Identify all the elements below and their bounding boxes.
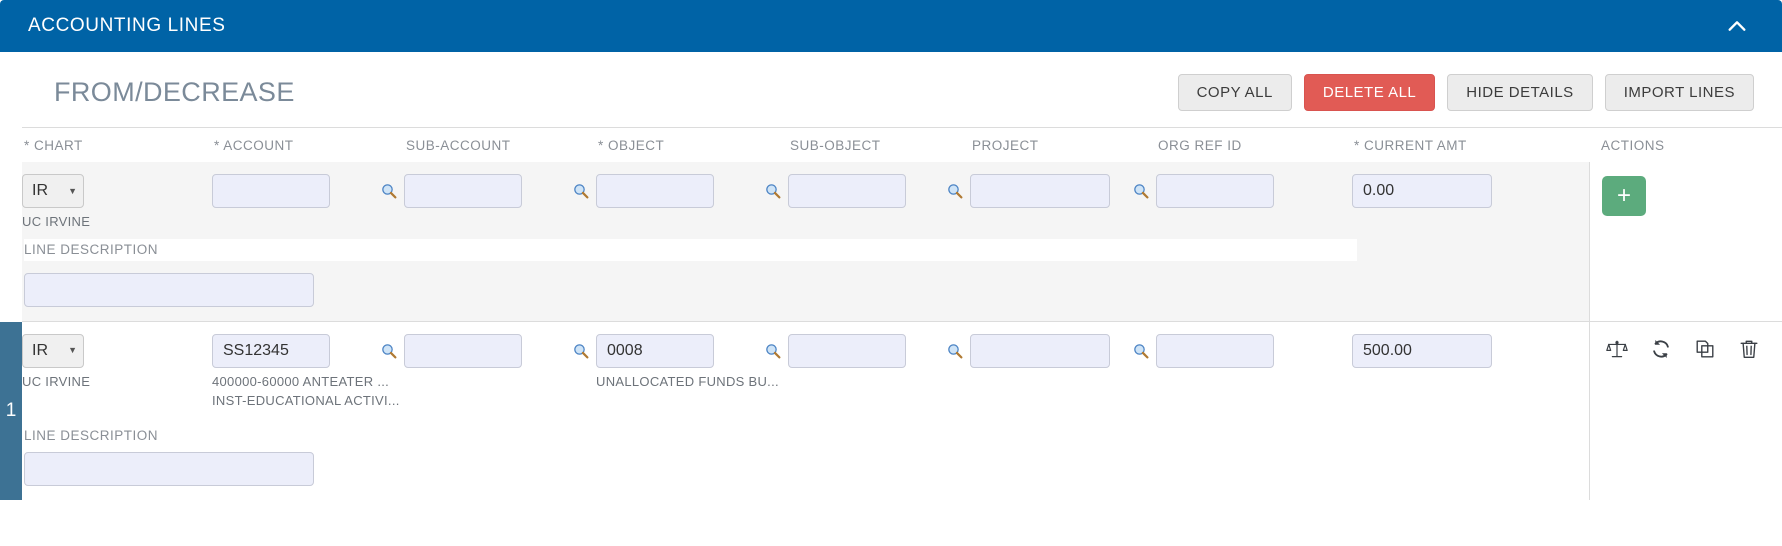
row-1-project-cell xyxy=(970,333,1156,410)
magnifier-lookup-icon xyxy=(574,343,589,359)
panel-title: ACCOUNTING LINES xyxy=(28,15,226,36)
copy-all-button[interactable]: COPY ALL xyxy=(1177,74,1292,111)
column-header-chart: * CHART xyxy=(24,137,83,153)
new-row-sub-object-cell xyxy=(788,174,970,231)
new-row-account-input[interactable] xyxy=(212,174,330,208)
row-1-actions-cell xyxy=(1589,321,1782,500)
new-row-sub-account-input[interactable] xyxy=(404,174,522,208)
new-row-chart-sublabel: UC IRVINE xyxy=(22,214,91,229)
column-header-object: * OBJECT xyxy=(598,137,665,153)
section-toolbar: FROM/DECREASE COPY ALL DELETE ALL HIDE D… xyxy=(0,52,1782,127)
row-number: 1 xyxy=(5,399,17,421)
new-row-chart-cell: IR ▼ UC IRVINE xyxy=(22,174,212,231)
refresh-icon[interactable] xyxy=(1650,338,1672,360)
new-row-chart-value: IR xyxy=(32,182,48,199)
magnifier-lookup-icon xyxy=(574,184,589,199)
row-1-line-description-label: LINE DESCRIPTION xyxy=(24,427,159,443)
row-1-current-amt-cell xyxy=(1352,333,1589,410)
new-row-project-input[interactable] xyxy=(970,174,1110,208)
column-header-org-ref-id: ORG REF ID xyxy=(1158,137,1242,153)
column-header-actions: ACTIONS xyxy=(1601,137,1665,153)
accounting-lines-table: * CHART * ACCOUNT SUB-ACCOUNT * OBJECT S… xyxy=(0,127,1782,500)
chevron-up-icon xyxy=(1728,21,1746,31)
magnifier-lookup-icon xyxy=(948,184,963,199)
row-1-chart-value: IR xyxy=(32,341,48,359)
copy-icon[interactable] xyxy=(1694,338,1716,360)
row-1-org-ref-id-input[interactable] xyxy=(1156,333,1274,368)
row-1-chart-select[interactable]: IR ▼ xyxy=(22,333,84,368)
magnifier-lookup-icon xyxy=(766,184,781,199)
row-1-account-sublabel-2: INST-EDUCATIONAL ACTIVI... xyxy=(212,393,400,409)
table-row: 1 IR ▼ UC IRVINE SS12345 400000-60000 AN… xyxy=(0,320,1782,500)
row-1-current-amt-input[interactable] xyxy=(1352,333,1492,368)
column-header-project: PROJECT xyxy=(972,137,1039,153)
new-row-sub-object-input[interactable] xyxy=(788,174,906,208)
row-1-sub-account-cell xyxy=(404,333,596,410)
new-row-org-ref-id-cell xyxy=(1156,174,1352,231)
new-row-chart-select[interactable]: IR ▼ xyxy=(22,174,84,208)
new-row-actions-cell: + xyxy=(1589,162,1782,321)
trash-icon[interactable] xyxy=(1738,338,1760,360)
new-row-line-description-block: LINE DESCRIPTION xyxy=(22,231,1589,321)
delete-all-button[interactable]: DELETE ALL xyxy=(1303,74,1436,111)
new-row-object-cell xyxy=(596,174,788,231)
section-button-group: COPY ALL DELETE ALL HIDE DETAILS IMPORT … xyxy=(1177,74,1754,111)
panel-header: ACCOUNTING LINES xyxy=(0,0,1782,52)
chevron-down-icon: ▼ xyxy=(68,345,77,356)
row-1-project-input[interactable] xyxy=(970,333,1110,368)
collapse-panel-button[interactable] xyxy=(1718,7,1756,45)
chevron-down-icon: ▼ xyxy=(68,185,77,196)
hide-details-button[interactable]: HIDE DETAILS xyxy=(1447,74,1593,111)
magnifier-lookup-icon xyxy=(948,343,963,359)
new-row-object-input[interactable] xyxy=(596,174,714,208)
row-1-line-description-block: LINE DESCRIPTION xyxy=(22,410,1589,500)
magnifier-lookup-icon xyxy=(382,184,397,199)
row-1-object-cell: UNALLOCATED FUNDS BU... xyxy=(596,333,788,410)
column-header-account: * ACCOUNT xyxy=(214,137,294,153)
add-line-button[interactable]: + xyxy=(1602,176,1646,216)
row-1-sub-account-input[interactable] xyxy=(404,333,522,368)
magnifier-lookup-icon xyxy=(766,343,781,359)
row-1-account-cell: 400000-60000 ANTEATER ... INST-EDUCATION… xyxy=(212,333,404,410)
row-1-object-sublabel: UNALLOCATED FUNDS BU... xyxy=(596,373,779,389)
row-number-rail: 1 xyxy=(0,321,22,500)
column-header-sub-account: SUB-ACCOUNT xyxy=(406,137,511,153)
magnifier-lookup-icon xyxy=(382,343,397,359)
new-row-org-ref-id-input[interactable] xyxy=(1156,174,1274,208)
accounting-lines-panel: ACCOUNTING LINES FROM/DECREASE COPY ALL … xyxy=(0,0,1782,546)
column-header-sub-object: SUB-OBJECT xyxy=(790,137,881,153)
row-1-account-sublabel-1: 400000-60000 ANTEATER ... xyxy=(212,373,390,389)
row-1-sub-object-cell xyxy=(788,333,970,410)
row-1-action-icon-group xyxy=(1602,322,1782,360)
row-1-account-input[interactable] xyxy=(212,333,330,368)
new-row-sub-account-cell xyxy=(404,174,596,231)
row-1-chart-cell: IR ▼ UC IRVINE xyxy=(22,333,212,410)
magnifier-lookup-icon xyxy=(1134,343,1149,359)
new-row-line-description-label: LINE DESCRIPTION xyxy=(24,242,159,258)
table-header-row: * CHART * ACCOUNT SUB-ACCOUNT * OBJECT S… xyxy=(22,128,1782,162)
row-1-object-input[interactable] xyxy=(596,333,714,368)
new-row-current-amt-input[interactable] xyxy=(1352,174,1492,208)
row-1-sub-object-input[interactable] xyxy=(788,333,906,368)
column-header-current-amt: * CURRENT AMT xyxy=(1354,137,1467,153)
row-1-line-description-input[interactable] xyxy=(24,451,314,486)
import-lines-button[interactable]: IMPORT LINES xyxy=(1604,74,1754,111)
new-row-line-description-input[interactable] xyxy=(24,272,314,307)
new-row-current-amt-cell xyxy=(1352,174,1589,231)
section-title: FROM/DECREASE xyxy=(54,77,295,107)
new-row-account-cell xyxy=(212,174,404,231)
new-accounting-line-row: IR ▼ UC IRVINE 0.00 LINE DESCRIPTION + xyxy=(22,162,1782,321)
row-1-org-ref-id-cell xyxy=(1156,333,1352,410)
magnifier-lookup-icon xyxy=(1134,184,1149,199)
new-row-project-cell xyxy=(970,174,1156,231)
balance-scale-icon[interactable] xyxy=(1606,338,1628,360)
row-1-chart-sublabel: UC IRVINE xyxy=(22,373,91,389)
